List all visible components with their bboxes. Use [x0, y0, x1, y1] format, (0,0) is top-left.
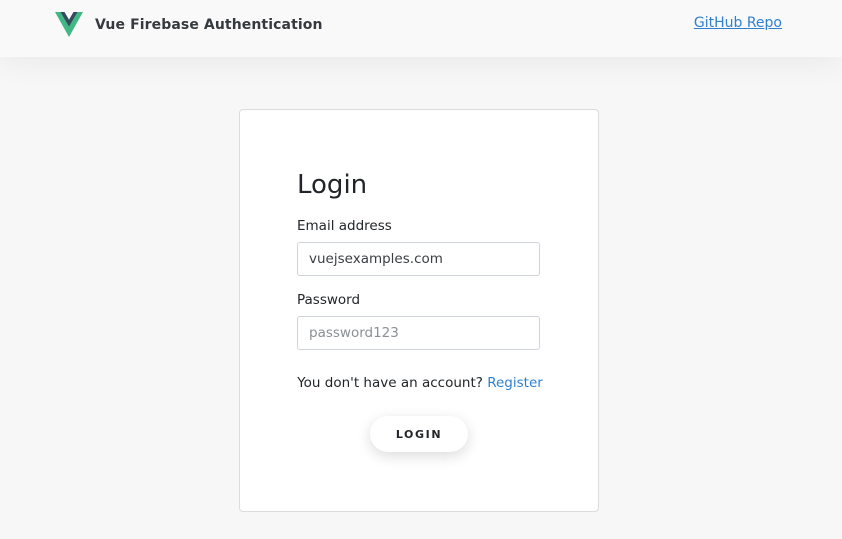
- signup-prompt-text: You don't have an account?: [297, 375, 483, 391]
- email-label: Email address: [297, 218, 392, 234]
- email-field[interactable]: [297, 242, 540, 276]
- login-card: Login Email address Password You don't h…: [239, 109, 599, 512]
- password-label: Password: [297, 292, 361, 308]
- vue-logo-icon: [55, 12, 83, 37]
- page-title: Login: [297, 170, 368, 200]
- register-link[interactable]: Register: [487, 375, 543, 391]
- signup-prompt: You don't have an account? Register: [240, 375, 600, 391]
- github-repo-link[interactable]: GitHub Repo: [694, 15, 782, 31]
- brand[interactable]: Vue Firebase Authentication: [55, 12, 323, 37]
- password-field[interactable]: [297, 316, 540, 350]
- top-navbar: Vue Firebase Authentication GitHub Repo: [0, 0, 842, 57]
- brand-title: Vue Firebase Authentication: [95, 16, 323, 33]
- login-button[interactable]: LOGIN: [370, 416, 468, 452]
